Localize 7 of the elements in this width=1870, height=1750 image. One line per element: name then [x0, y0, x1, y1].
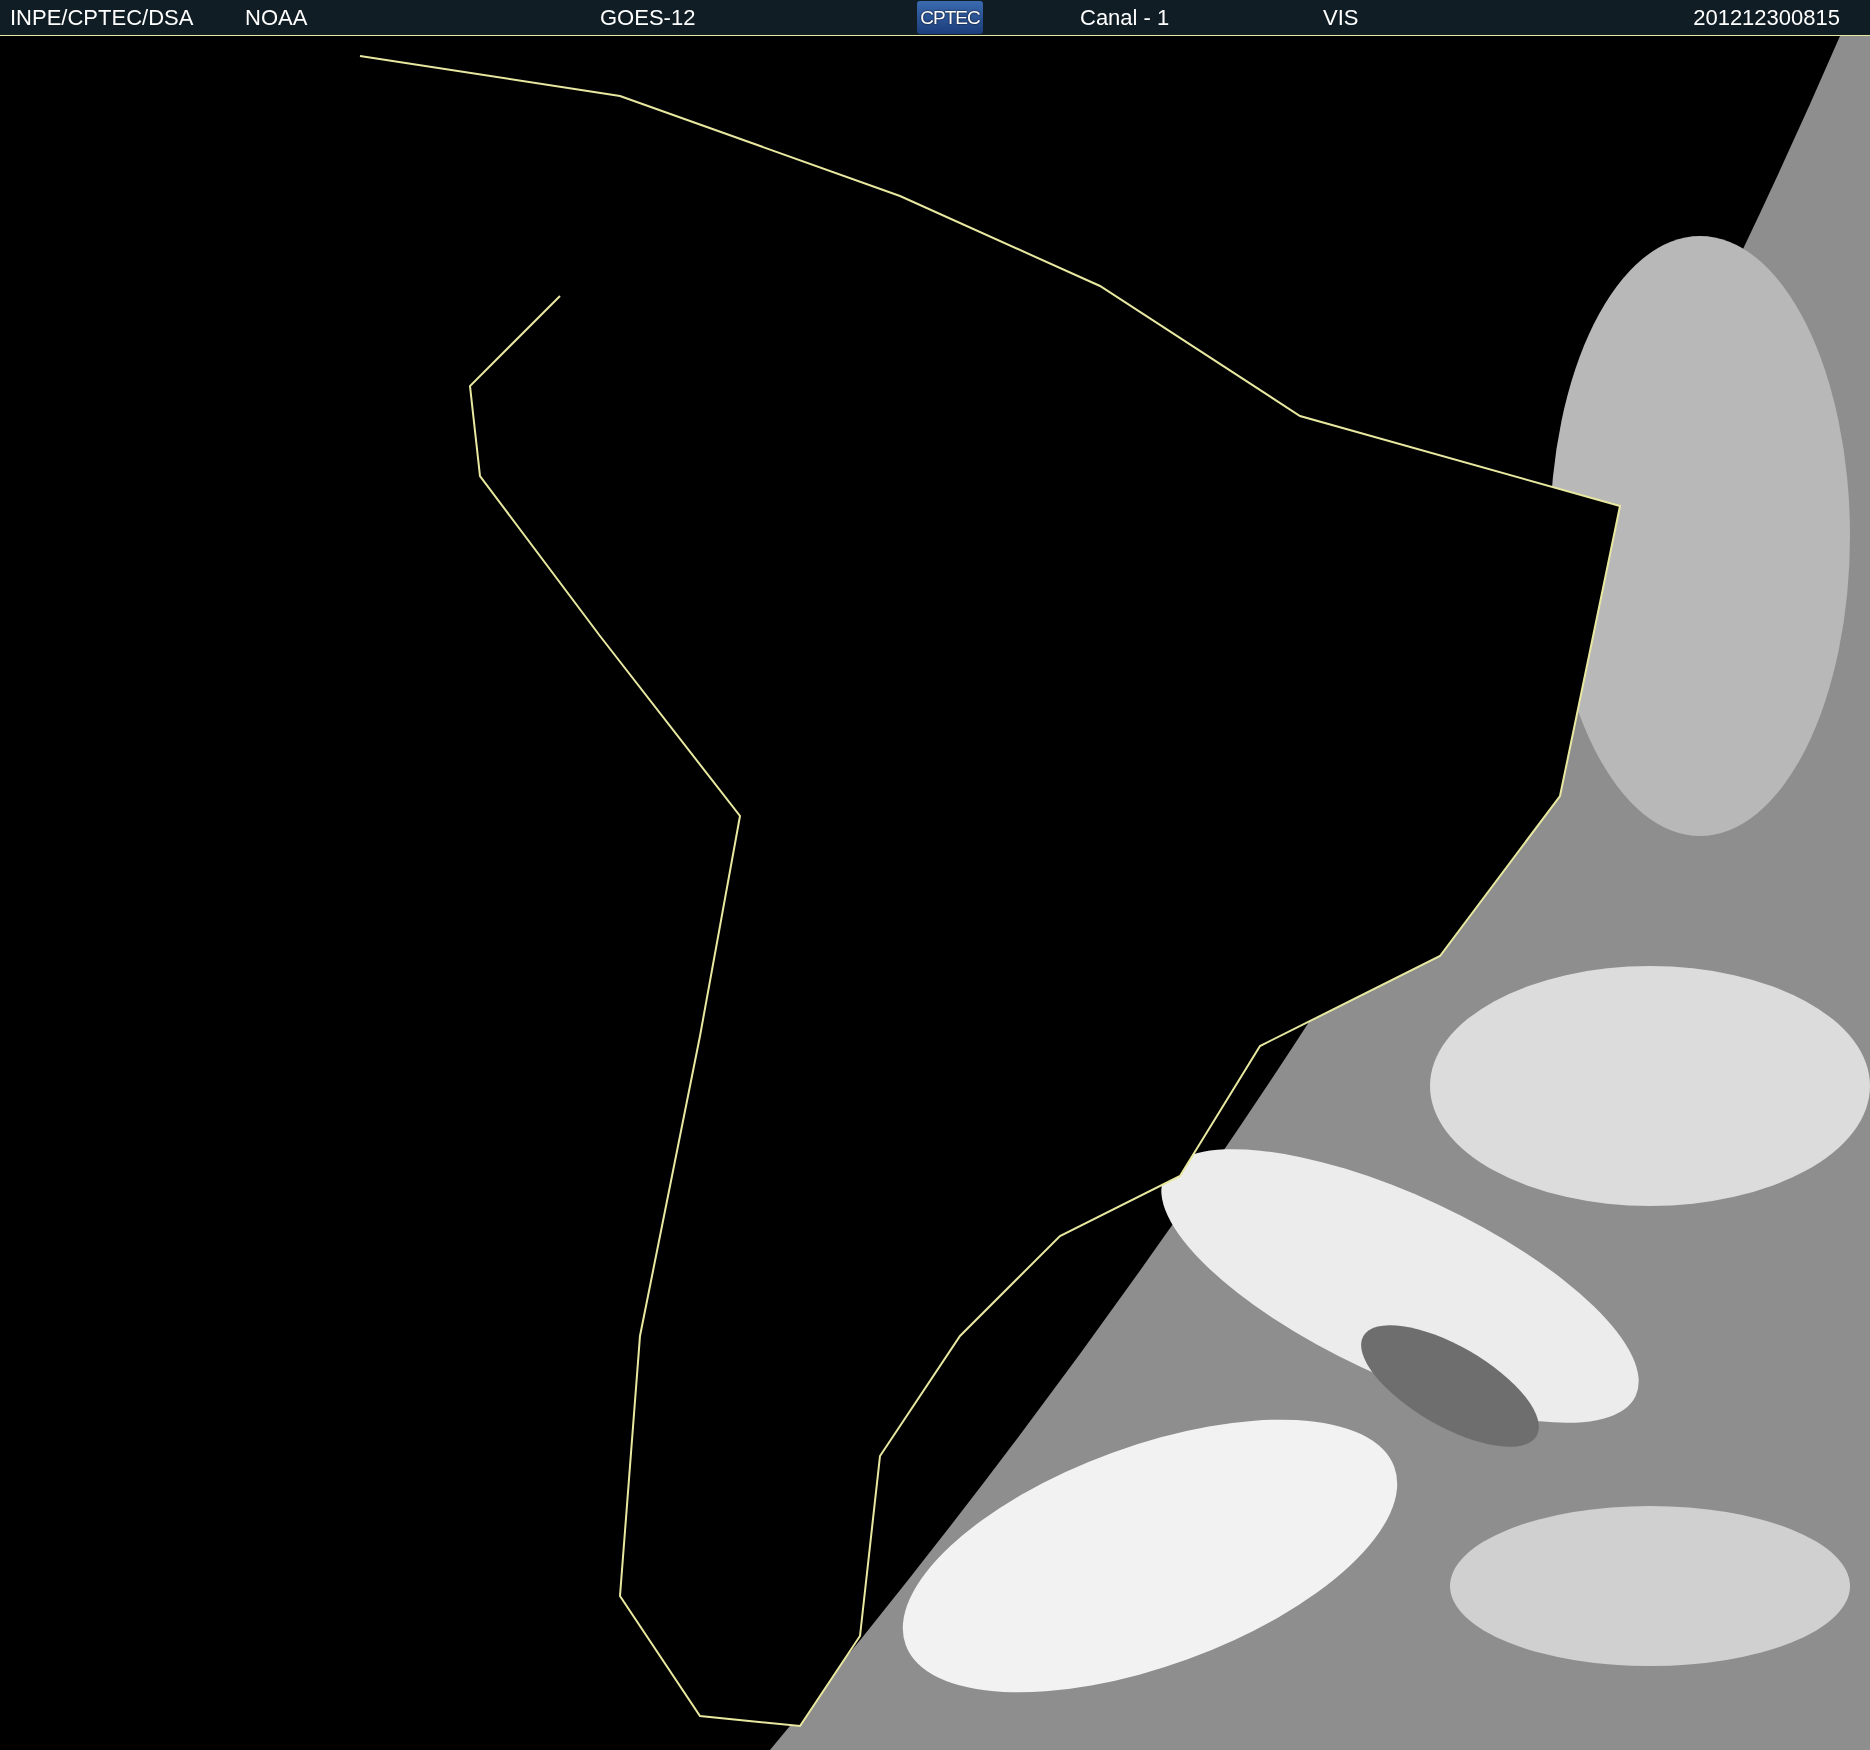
logo: CPTEC [917, 1, 983, 34]
source-label: NOAA [245, 4, 309, 31]
timestamp-label: 201212300815 [1693, 4, 1840, 31]
agency-label: INPE/CPTEC/DSA [10, 4, 195, 31]
satellite-label: GOES-12 [600, 4, 697, 31]
band-label: VIS [1323, 4, 1360, 31]
channel-label: Canal - 1 [1080, 4, 1171, 31]
